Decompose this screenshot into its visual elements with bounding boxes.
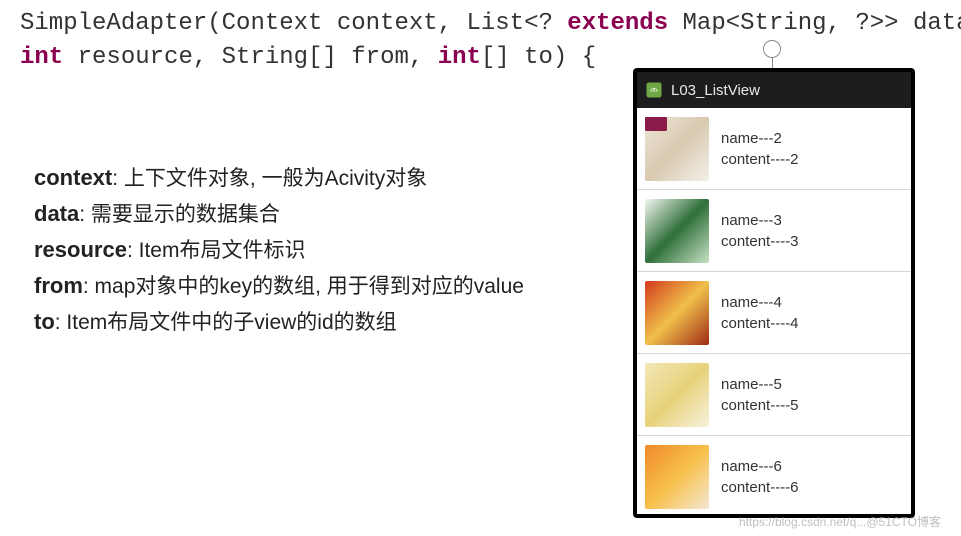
app-title: L03_ListView [671, 82, 760, 99]
param-label: data [34, 201, 79, 226]
thumbnail-badge [645, 117, 667, 131]
row-text: name---4 content----4 [721, 294, 799, 332]
row-text: name---6 content----6 [721, 458, 799, 496]
code-line-2: int resource, String[] from, int[] to) { [20, 44, 596, 71]
list-item[interactable]: name---5 content----5 [637, 354, 911, 436]
list-item[interactable]: name---3 content----3 [637, 190, 911, 272]
code-text: [] to) { [481, 44, 596, 71]
param-desc: : 需要显示的数据集合 [79, 203, 280, 226]
param-label: resource [34, 237, 127, 262]
keyword-int: int [20, 44, 63, 71]
list-item[interactable]: name---2 content----2 [637, 108, 911, 190]
row-content: content----3 [721, 233, 799, 250]
row-content: content----2 [721, 151, 799, 168]
thumbnail-image [645, 445, 709, 509]
explain-data: data: 需要显示的数据集合 [34, 198, 280, 228]
code-text: resource, String[] from, [63, 44, 437, 71]
row-name: name---3 [721, 212, 799, 229]
param-desc: : map对象中的key的数组, 用于得到对应的value [83, 275, 524, 298]
phone-preview: L03_ListView name---2content----2name---… [633, 68, 915, 518]
android-icon [645, 81, 663, 99]
rotate-stem [772, 58, 773, 68]
list-item[interactable]: name---4 content----4 [637, 272, 911, 354]
row-text: name---3 content----3 [721, 212, 799, 250]
explain-resource: resource: Item布局文件标识 [34, 234, 305, 264]
listview[interactable]: name---2 content----2 name---3 content----3… [637, 108, 911, 514]
row-text: name---5 content----5 [721, 376, 799, 414]
row-name: name---2 [721, 130, 799, 147]
keyword-int: int [438, 44, 481, 71]
code-text: Map<String, ?>> data, [668, 10, 961, 37]
param-desc: : Item布局文件标识 [127, 239, 306, 262]
app-titlebar: L03_ListView [637, 72, 911, 108]
row-content: content----5 [721, 397, 799, 414]
thumbnail-image [645, 199, 709, 263]
row-name: name---5 [721, 376, 799, 393]
thumbnail-image [645, 117, 709, 181]
param-desc: : Item布局文件中的子view的id的数组 [55, 311, 397, 334]
explain-context: context: 上下文件对象, 一般为Acivity对象 [34, 162, 427, 192]
row-content: content----6 [721, 479, 799, 496]
param-label: context [34, 165, 112, 190]
code-text: SimpleAdapter(Context context, List<? [20, 10, 567, 37]
explain-from: from: map对象中的key的数组, 用于得到对应的value [34, 270, 524, 300]
row-name: name---6 [721, 458, 799, 475]
list-item[interactable]: name---6 content----6 [637, 436, 911, 514]
row-name: name---4 [721, 294, 799, 311]
param-label: to [34, 309, 55, 334]
explain-to: to: Item布局文件中的子view的id的数组 [34, 306, 397, 336]
code-line-1: SimpleAdapter(Context context, List<? ex… [20, 10, 961, 37]
param-desc: : 上下文件对象, 一般为Acivity对象 [112, 167, 427, 190]
thumbnail-image [645, 363, 709, 427]
row-text: name---2 content----2 [721, 130, 799, 168]
row-content: content----4 [721, 315, 799, 332]
watermark: https://blog.csdn.net/q...@51CTO博客 [739, 513, 941, 530]
rotate-handle-icon [763, 40, 781, 58]
thumbnail-image [645, 281, 709, 345]
keyword-extends: extends [567, 10, 668, 37]
param-label: from [34, 273, 83, 298]
